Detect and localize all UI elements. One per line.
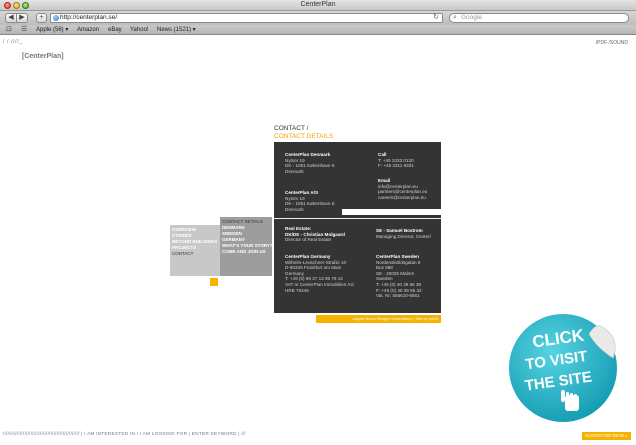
se-person-name: SE - Samuel Bostrom — [376, 228, 423, 233]
bookmarks-bar: ⊡ ☰ Apple (56) ▾ Amazon eBay Yahoo! News… — [0, 25, 636, 35]
breadcrumb-sub: CONTACT DETAILS — [274, 133, 334, 140]
submenu-item-come-and-join-us[interactable]: COME AND JOIN US — [222, 249, 270, 255]
top-sites-icon[interactable]: ☰ — [21, 26, 27, 34]
breadcrumb-main[interactable]: CONTACT / — [274, 125, 333, 133]
click-to-visit-sticker[interactable]: CLICK TO VISIT THE SITE — [505, 308, 621, 424]
forward-button[interactable]: ▶ — [16, 13, 28, 23]
contact-sweden: CenterPlan Sweden Nordenskiöldsgatan 8 B… — [376, 254, 422, 299]
site-logo[interactable]: [CenterPlan] — [22, 53, 64, 60]
credits-bar[interactable]: Jaquie Nouvi Design Consultancy / Site b… — [316, 315, 441, 323]
contact-denmark-name: CenterPlan Denmark — [285, 152, 331, 157]
contact-germany: CenterPlan Germany Wilhelm-Leuschner-Str… — [285, 254, 354, 293]
panel-notch — [342, 209, 441, 215]
primary-menu: OVERVIEW STORIES BEYOND BUILDINGS PROJEC… — [170, 225, 220, 276]
bookmark-amazon[interactable]: Amazon — [77, 25, 99, 35]
breadcrumb: CONTACT / CONTACT DETAILS — [274, 125, 333, 141]
address-url: http://centerplan.se/ — [60, 14, 118, 21]
bookmark-apple[interactable]: Apple (56) ▾ — [36, 25, 68, 35]
footer-bar[interactable]: ////////////////////////////////////////… — [3, 432, 246, 437]
search-icon: ⌕ — [453, 14, 457, 21]
contact-as-line: Denmark — [285, 206, 304, 212]
contact-germany-line: VAT nr CenterPlan Immobilien AG — [285, 281, 354, 287]
add-bookmark-button[interactable]: + — [36, 13, 47, 23]
contact-sweden-name: CenterPlan Sweden — [376, 254, 419, 259]
email-link[interactable]: careers@centerplan.eu — [378, 195, 427, 201]
real-estate-role: Director of Real Estate — [285, 237, 332, 243]
contact-call: Call T: +45 3333 0130 F: +45 3311 9301 — [378, 152, 414, 169]
top-decoration: / / ////_ — [3, 39, 23, 45]
contact-denmark: CenterPlan Denmark Nytorv 19 DK - 1051 K… — [285, 152, 335, 174]
contact-sweden-line: T: +46 (0) 40 39 65 30 — [376, 281, 422, 287]
search-input[interactable]: ⌕ Google — [449, 13, 629, 23]
accent-square — [210, 278, 218, 286]
search-placeholder: Google — [461, 14, 482, 21]
browser-toolbar: ◀ ▶ + http://centerplan.se/ ↻ ⌕ Google — [0, 11, 636, 25]
contact-germany-line: HRB 79446 — [285, 287, 309, 293]
bookmark-yahoo[interactable]: Yahoo! — [130, 25, 149, 35]
menu-item-contact[interactable]: CONTACT — [172, 251, 218, 257]
address-bar[interactable]: http://centerplan.se/ ↻ — [50, 13, 443, 23]
panel-divider — [274, 218, 441, 219]
bookmark-ebay[interactable]: eBay — [108, 25, 122, 35]
suggested-read-button[interactable]: SUGGESTED READ ▸ — [582, 432, 631, 440]
window-titlebar: CenterPlan — [0, 0, 636, 11]
contact-sweden-line: Vat. Nr: 556610-6661 — [376, 293, 420, 299]
fax-number: F: +45 3311 9301 — [378, 163, 414, 169]
contact-denmark-line: Denmark — [285, 168, 304, 174]
window-title: CenterPlan — [300, 1, 336, 8]
se-person-role: Managing Director, Centerl — [376, 233, 431, 239]
reload-icon[interactable]: ↻ — [433, 14, 439, 22]
email-link[interactable]: partners@centerplan.eu — [378, 189, 427, 195]
globe-icon — [53, 15, 59, 21]
contact-email: Email info@centerplan.eu partners@center… — [378, 178, 427, 200]
pdf-sound-links[interactable]: /PDF /SOUND — [596, 40, 628, 46]
secondary-menu: CONTACT DETAILS DENMARK SWEDEN GERMANY W… — [220, 217, 273, 276]
contact-denmark-line: DK - 1051 København K — [285, 163, 335, 169]
contact-as-line: DK - 1051 København K — [285, 201, 335, 207]
contact-as: CenterPlan A/S Nytorv 19 DK - 1051 Køben… — [285, 190, 335, 212]
contact-se-person: SE - Samuel Bostrom Managing Director, C… — [376, 228, 431, 239]
contact-real-estate: Real Estate: DK/DE - Christian Molgaard … — [285, 226, 345, 243]
bookmark-news[interactable]: News (1521) ▾ — [157, 25, 196, 35]
book-icon[interactable]: ⊡ — [6, 26, 12, 34]
